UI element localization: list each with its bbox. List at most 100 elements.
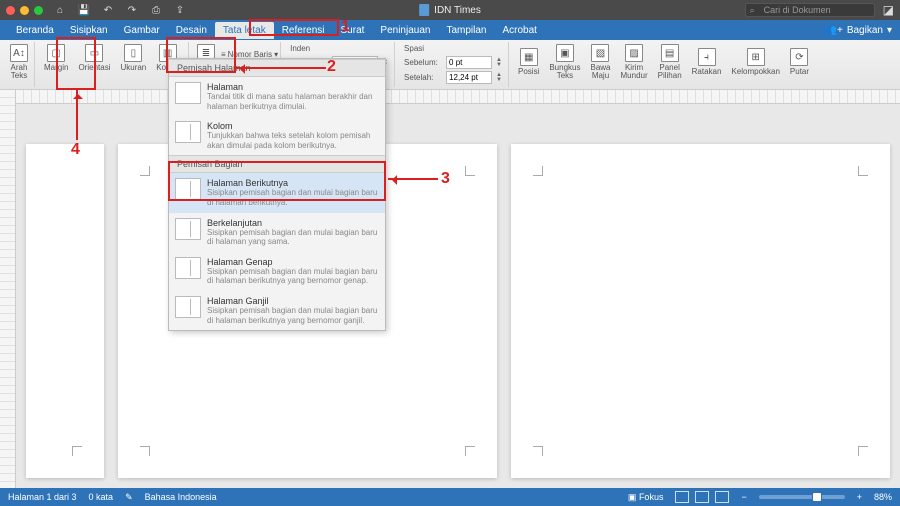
sebelum-label: Sebelum: — [404, 58, 442, 67]
break-berkelanjutan[interactable]: BerkelanjutanSisipkan pemisah bagian dan… — [169, 213, 385, 252]
send-backward-icon: ▨ — [625, 44, 643, 62]
kelompokkan-button[interactable]: ⊞Kelompokkan — [727, 42, 783, 82]
tabs: Beranda Sisipkan Gambar Desain Tata leta… — [8, 22, 545, 39]
orientation-icon: ▭ — [85, 44, 103, 62]
group-icon: ⊞ — [747, 48, 765, 66]
tab-sisipkan[interactable]: Sisipkan — [62, 22, 116, 39]
align-icon: ⫞ — [698, 48, 716, 66]
view-print-icon[interactable] — [675, 491, 689, 503]
focus-mode[interactable]: ▣ Fokus — [628, 492, 664, 503]
tab-beranda[interactable]: Beranda — [8, 22, 62, 39]
tab-surat[interactable]: Surat — [333, 22, 373, 39]
arah-teks-button[interactable]: A↕Arah Teks — [6, 42, 32, 82]
print-icon[interactable]: ⎙ — [149, 3, 163, 17]
workspace — [0, 90, 900, 488]
odd-page-break-icon — [175, 296, 201, 318]
column-break-icon — [175, 121, 201, 143]
document-icon — [419, 4, 429, 16]
break-halaman[interactable]: HalamanTandai titik di mana satu halaman… — [169, 77, 385, 116]
tab-bar: Beranda Sisipkan Gambar Desain Tata leta… — [0, 20, 900, 40]
tab-acrobat[interactable]: Acrobat — [495, 22, 545, 39]
title-bar: ⌂ 💾 ↶ ↷ ⎙ ⇪ IDN Times Cari di Dokumen ◪ — [0, 0, 900, 20]
spasi-heading: Spasi — [404, 44, 424, 53]
share-button[interactable]: 👥+ Bagikan ▾ — [825, 25, 892, 36]
document-title: IDN Times — [434, 5, 481, 16]
rotate-icon: ⟳ — [790, 48, 808, 66]
share-icon[interactable]: ⇪ — [173, 3, 187, 17]
share-person-icon: 👥+ — [825, 25, 843, 36]
setelah-input[interactable] — [446, 71, 492, 84]
window-controls — [6, 6, 43, 15]
zoom-out[interactable]: − — [741, 492, 746, 502]
ukuran-button[interactable]: ▯Ukuran — [116, 42, 150, 74]
spellcheck-icon[interactable]: ✎ — [125, 492, 133, 503]
save-icon[interactable]: 💾 — [77, 3, 91, 17]
share-label: Bagikan — [847, 25, 883, 36]
horizontal-ruler — [16, 90, 900, 104]
close-icon[interactable] — [6, 6, 15, 15]
continuous-break-icon — [175, 218, 201, 240]
tab-gambar[interactable]: Gambar — [116, 22, 168, 39]
stepper[interactable]: ▲▼ — [496, 58, 502, 68]
dropdown-section-page-breaks: Pemisah Halaman — [169, 59, 385, 77]
tab-tata-letak[interactable]: Tata letak — [215, 22, 274, 39]
document-area — [16, 90, 900, 488]
tab-referensi[interactable]: Referensi — [274, 22, 333, 39]
posisi-button[interactable]: ▦Posisi — [514, 42, 543, 82]
break-halaman-ganjil[interactable]: Halaman GanjilSisipkan pemisah bagian da… — [169, 291, 385, 330]
status-words[interactable]: 0 kata — [89, 492, 114, 502]
break-kolom[interactable]: KolomTunjukkan bahwa teks setelah kolom … — [169, 116, 385, 155]
selection-pane-icon: ▤ — [661, 44, 679, 62]
zoom-level[interactable]: 88% — [874, 492, 892, 502]
view-read-icon[interactable] — [695, 491, 709, 503]
pemisah-dropdown: Pemisah Halaman HalamanTandai titik di m… — [168, 58, 386, 331]
search-placeholder: Cari di Dokumen — [764, 5, 831, 15]
sebelum-input[interactable] — [446, 56, 492, 69]
status-page[interactable]: Halaman 1 dari 3 — [8, 492, 77, 502]
quick-toolbar: ⌂ 💾 ↶ ↷ ⎙ ⇪ — [53, 3, 187, 17]
setelah-label: Setelah: — [404, 73, 442, 82]
tab-tampilan[interactable]: Tampilan — [438, 22, 494, 39]
zoom-in[interactable]: + — [857, 492, 862, 502]
margin-button[interactable]: ▢Margin — [40, 42, 72, 74]
search-input[interactable]: Cari di Dokumen — [745, 3, 875, 17]
text-direction-icon: A↕ — [10, 44, 28, 62]
next-page-break-icon — [175, 178, 201, 200]
inden-heading: Inden — [290, 44, 310, 53]
tab-desain[interactable]: Desain — [168, 22, 215, 39]
ribbon: A↕Arah Teks ▢Margin ▭Orientasi ▯Ukuran ▥… — [0, 40, 900, 90]
zoom-slider[interactable] — [759, 495, 845, 499]
putar-button[interactable]: ⟳Putar — [786, 42, 813, 82]
view-mode-icons — [675, 491, 729, 503]
panel-pilihan-button[interactable]: ▤Panel Pilihan — [654, 42, 686, 82]
break-halaman-genap[interactable]: Halaman GenapSisipkan pemisah bagian dan… — [169, 252, 385, 291]
bungkus-teks-button[interactable]: ▣Bungkus Teks — [545, 42, 584, 82]
status-language[interactable]: Bahasa Indonesia — [145, 492, 217, 502]
dropdown-section-section-breaks: Pemisah Bagian — [169, 155, 385, 173]
pages[interactable] — [16, 104, 900, 488]
notifications-icon[interactable]: ◪ — [883, 3, 894, 17]
stepper[interactable]: ▲▼ — [496, 73, 502, 83]
page-break-icon — [175, 82, 201, 104]
maximize-icon[interactable] — [34, 6, 43, 15]
bring-forward-icon: ▧ — [591, 44, 609, 62]
orientasi-button[interactable]: ▭Orientasi — [74, 42, 114, 74]
bawa-maju-button[interactable]: ▧Bawa Maju — [586, 42, 614, 82]
kirim-mundur-button[interactable]: ▨Kirim Mundur — [617, 42, 652, 82]
break-halaman-berikutnya[interactable]: Halaman BerikutnyaSisipkan pemisah bagia… — [169, 173, 385, 212]
document-title-group: IDN Times — [419, 4, 481, 16]
tab-peninjauan[interactable]: Peninjauan — [372, 22, 438, 39]
size-icon: ▯ — [124, 44, 142, 62]
undo-icon[interactable]: ↶ — [101, 3, 115, 17]
page-3[interactable] — [511, 144, 890, 478]
even-page-break-icon — [175, 257, 201, 279]
redo-icon[interactable]: ↷ — [125, 3, 139, 17]
vertical-ruler — [0, 90, 16, 488]
chevron-down-icon: ▾ — [887, 25, 892, 36]
view-web-icon[interactable] — [715, 491, 729, 503]
minimize-icon[interactable] — [20, 6, 29, 15]
home-icon[interactable]: ⌂ — [53, 3, 67, 17]
page-1[interactable] — [26, 144, 104, 478]
margin-icon: ▢ — [47, 44, 65, 62]
ratakan-button[interactable]: ⫞Ratakan — [688, 42, 726, 82]
